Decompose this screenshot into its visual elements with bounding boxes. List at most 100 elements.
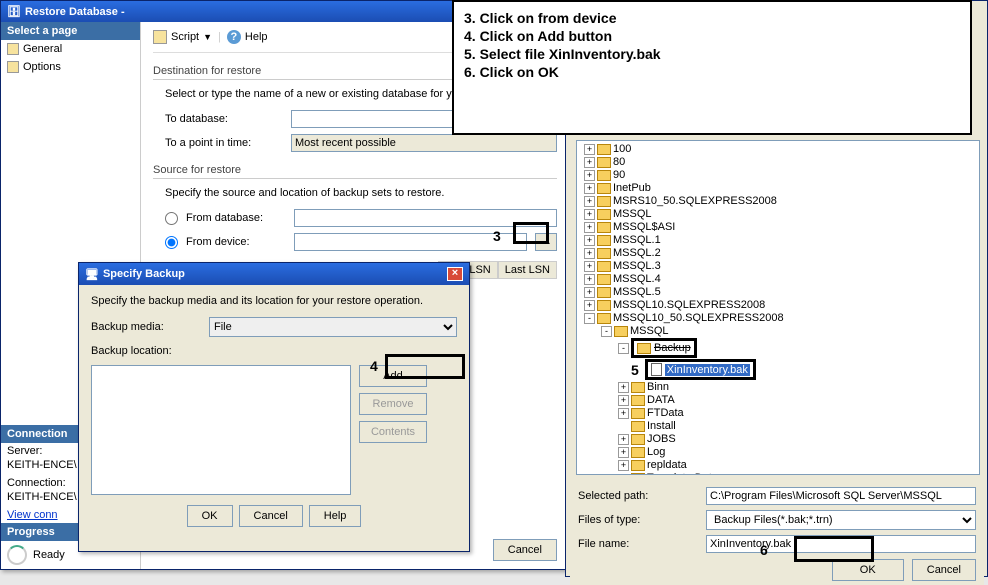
expander-icon[interactable]: + — [584, 300, 595, 311]
progress-status: Ready — [33, 549, 65, 561]
expander-icon[interactable]: + — [618, 408, 629, 419]
folder-icon — [631, 447, 645, 458]
tree-node[interactable]: +MSSQL.2 — [579, 247, 977, 260]
tree-node[interactable]: +DATA — [579, 394, 977, 407]
expander-icon[interactable]: + — [584, 248, 595, 259]
expander-icon[interactable]: + — [584, 183, 595, 194]
specify-help-button[interactable]: Help — [309, 505, 362, 527]
expander-icon[interactable]: - — [584, 313, 595, 324]
tree-node[interactable]: +repldata — [579, 459, 977, 472]
tree-node[interactable]: +Binn — [579, 381, 977, 394]
highlight-box-5: Backup — [631, 338, 697, 358]
tree-node[interactable]: +JOBS — [579, 433, 977, 446]
expander-icon[interactable]: + — [618, 460, 629, 471]
expander-icon[interactable]: + — [584, 235, 595, 246]
expander-icon[interactable]: + — [618, 434, 629, 445]
tree-label: FTData — [647, 407, 684, 419]
tree-node[interactable]: +80 — [579, 156, 977, 169]
selected-path-input[interactable]: C:\Program Files\Microsoft SQL Server\MS… — [706, 487, 976, 505]
restore-cancel-button[interactable]: Cancel — [493, 539, 557, 561]
folder-icon — [597, 261, 611, 272]
specify-backup-dialog: 🖥 Specify Backup × Specify the backup me… — [78, 262, 470, 552]
file-icon — [651, 363, 662, 376]
folder-icon — [597, 157, 611, 168]
tree-node[interactable]: +MSSQL.1 — [579, 234, 977, 247]
expander-icon[interactable]: - — [618, 343, 629, 354]
file-name-input[interactable] — [706, 535, 976, 553]
script-button[interactable]: Script▼ — [153, 30, 212, 44]
specify-ok-button[interactable]: OK — [187, 505, 233, 527]
expander-icon[interactable]: + — [584, 222, 595, 233]
backup-media-label: Backup media: — [91, 321, 201, 333]
tree-label: MSSQL.3 — [613, 260, 661, 272]
tree-node[interactable]: +MSSQL.4 — [579, 273, 977, 286]
tree-node[interactable]: +InetPub — [579, 182, 977, 195]
close-icon[interactable]: × — [447, 267, 463, 281]
tree-node[interactable]: +MSSQL10.SQLEXPRESS2008 — [579, 299, 977, 312]
specify-cancel-button[interactable]: Cancel — [239, 505, 303, 527]
expander-icon[interactable]: + — [584, 261, 595, 272]
expander-icon[interactable]: + — [584, 144, 595, 155]
expander-icon[interactable]: + — [584, 274, 595, 285]
sidebar-item-general[interactable]: General — [1, 40, 140, 58]
tree-node[interactable]: -MSSQL10_50.SQLEXPRESS2008 — [579, 312, 977, 325]
selected-path-label: Selected path: — [578, 490, 698, 502]
instruction-line: 5. Select file XinInventory.bak — [464, 46, 960, 62]
tree-node[interactable]: +90 — [579, 169, 977, 182]
tree-node[interactable]: + MSSQL.3 — [579, 260, 977, 273]
tree-node[interactable]: - MSSQL — [579, 325, 977, 338]
tree-node[interactable]: +100 — [579, 143, 977, 156]
backup-location-listbox[interactable] — [91, 365, 351, 495]
file-ok-button[interactable]: OK — [832, 559, 904, 581]
folder-icon — [597, 287, 611, 298]
tree-node[interactable]: + FTData — [579, 407, 977, 420]
backup-media-select[interactable]: File — [209, 317, 457, 337]
specify-title: Specify Backup — [103, 268, 185, 280]
expander-icon[interactable]: + — [618, 395, 629, 406]
help-button[interactable]: ?Help — [227, 30, 268, 44]
tree-label: Template Data — [647, 472, 718, 475]
tree-node[interactable]: +MSSQL.5 — [579, 286, 977, 299]
folder-icon — [631, 434, 645, 445]
folder-icon — [597, 144, 611, 155]
expander-icon[interactable]: + — [584, 287, 595, 298]
expander-icon[interactable]: - — [601, 326, 612, 337]
tree-label: MSSQL — [630, 325, 669, 337]
expander-icon[interactable]: + — [584, 196, 595, 207]
db-icon: 🗄 — [7, 5, 21, 18]
tree-node[interactable]: Template Data — [579, 472, 977, 475]
folder-icon — [597, 274, 611, 285]
expander-icon[interactable]: + — [584, 170, 595, 181]
from-device-radio[interactable] — [165, 236, 178, 249]
from-database-radio[interactable] — [165, 212, 178, 225]
restore-title: Restore Database - — [25, 6, 125, 18]
instruction-line: 4. Click on Add button — [464, 28, 960, 44]
callout-6: 6 — [760, 542, 768, 558]
folder-tree[interactable]: +100+80+90+InetPub+MSRS10_50.SQLEXPRESS2… — [576, 140, 980, 475]
tree-node[interactable]: +MSSQL$ASI — [579, 221, 977, 234]
help-label: Help — [245, 31, 268, 43]
highlight-box-3 — [513, 222, 549, 244]
col-last-lsn: Last LSN — [498, 261, 557, 279]
files-of-type-select[interactable]: Backup Files(*.bak;*.trn) — [706, 510, 976, 530]
file-browser-footer: Selected path: C:\Program Files\Microsof… — [570, 478, 984, 585]
remove-button: Remove — [359, 393, 427, 415]
sidebar-item-options[interactable]: Options — [1, 58, 140, 76]
specify-titlebar[interactable]: 🖥 Specify Backup × — [79, 263, 469, 285]
backup-location-label: Backup location: — [91, 345, 201, 357]
expander-icon[interactable]: + — [584, 209, 595, 220]
expander-icon[interactable]: + — [618, 447, 629, 458]
tree-node[interactable]: -Backup — [579, 338, 977, 359]
folder-icon — [597, 170, 611, 181]
contents-button: Contents — [359, 421, 427, 443]
expander-icon[interactable]: + — [618, 382, 629, 393]
tree-node[interactable]: +MSRS10_50.SQLEXPRESS2008 — [579, 195, 977, 208]
expander-icon[interactable]: + — [584, 157, 595, 168]
tree-node[interactable]: +Log — [579, 446, 977, 459]
tree-node[interactable]: +MSSQL — [579, 208, 977, 221]
file-cancel-button[interactable]: Cancel — [912, 559, 976, 581]
tree-node[interactable]: Install — [579, 420, 977, 433]
folder-icon — [597, 222, 611, 233]
tree-node[interactable]: 5XinInventory.bak — [579, 359, 977, 381]
scroll-icon — [153, 30, 167, 44]
